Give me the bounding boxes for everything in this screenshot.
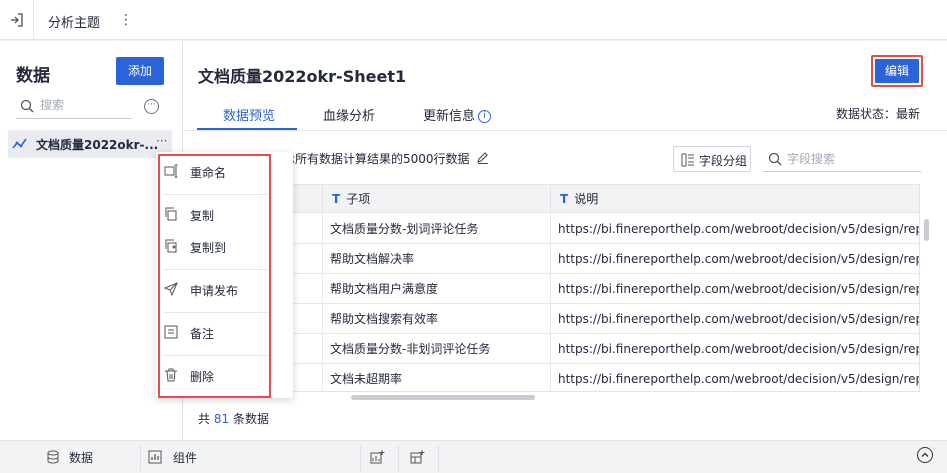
- line-chart-icon: [12, 138, 27, 149]
- field-search: [763, 146, 921, 172]
- exit-button[interactable]: [0, 0, 34, 40]
- table-cell: 帮助文档解决率: [323, 244, 551, 274]
- table-cell: 文档质量分数-非划词评论任务: [323, 334, 551, 364]
- table-cell: https://bi.finereporthelp.com/webroot/de…: [558, 282, 920, 296]
- add-button[interactable]: 添加: [116, 57, 164, 85]
- edit-pencil-icon[interactable]: [476, 152, 490, 165]
- table-cell: https://bi.finereporthelp.com/webroot/de…: [558, 222, 920, 236]
- field-group-label: 字段分组: [699, 154, 748, 168]
- bottom-bar: 数据 组件: [0, 440, 947, 473]
- tab-update-info[interactable]: 更新信息 i: [423, 105, 492, 124]
- divider: [398, 445, 399, 471]
- field-search-input[interactable]: [787, 149, 907, 169]
- horizontal-scrollbar[interactable]: [351, 395, 535, 400]
- sidebar-search: [16, 93, 132, 119]
- table-row[interactable]: 帮助文档用户满意度 https://bi.finereporthelp.com/…: [199, 274, 920, 304]
- row-count-number: 81: [213, 412, 230, 426]
- row-count-prefix: 共: [198, 412, 211, 426]
- dataset-title: 文档质量2022okr-Sheet1: [198, 67, 407, 86]
- tab-lineage[interactable]: 血缘分析: [323, 105, 375, 124]
- page-title: 分析主题: [48, 16, 101, 31]
- field-group-icon: [681, 153, 694, 167]
- table-cell: https://bi.finereporthelp.com/webroot/de…: [558, 372, 920, 386]
- sidebar-title: 数据: [16, 66, 50, 86]
- table-cell: 文档质量分数-划词评论任务: [323, 214, 551, 244]
- divider: [140, 445, 141, 471]
- collapse-button[interactable]: [917, 447, 933, 463]
- table-row[interactable]: 帮助文档搜索有效率 https://bi.finereporthelp.com/…: [199, 304, 920, 334]
- column-header-subitem[interactable]: T 子项: [323, 185, 551, 213]
- table-cell: https://bi.finereporthelp.com/webroot/de…: [558, 342, 920, 356]
- table-header: T 子项 T 说明: [199, 185, 919, 213]
- row-count-suffix: 条数据: [232, 412, 269, 426]
- table-row[interactable]: 文档质量分数-非划词评论任务 https://bi.finereporthelp…: [199, 334, 920, 364]
- component-chart-icon: [148, 450, 162, 464]
- exit-icon: [10, 13, 23, 27]
- table-cell: 帮助文档用户满意度: [323, 274, 551, 304]
- more-options-icon[interactable]: ···: [144, 99, 159, 114]
- search-input[interactable]: [40, 95, 128, 115]
- text-type-icon: T: [332, 192, 341, 206]
- field-group-button[interactable]: 字段分组: [673, 146, 751, 172]
- tab-update-info-label: 更新信息: [423, 109, 476, 124]
- table-cell: 帮助文档搜索有效率: [323, 304, 551, 334]
- tabs-divider: [183, 130, 947, 131]
- add-dashboard-icon[interactable]: [410, 450, 425, 465]
- add-component-icon[interactable]: [370, 450, 385, 465]
- column-header-description[interactable]: T 说明: [551, 185, 919, 213]
- table-row[interactable]: 文档质量分数-划词评论任务 https://bi.finereporthelp.…: [199, 214, 920, 244]
- info-icon[interactable]: i: [478, 110, 492, 123]
- search-icon: [768, 152, 782, 166]
- divider: [438, 445, 439, 471]
- column-header-label: 子项: [346, 192, 371, 206]
- search-icon: [20, 99, 34, 113]
- database-icon: [47, 450, 59, 464]
- preview-hint: 示所有数据计算结果的5000行数据: [283, 150, 490, 167]
- tab-data-preview[interactable]: 数据预览: [223, 105, 275, 124]
- table-cell: 文档未超期率: [323, 364, 551, 391]
- top-bar: 分析主题 ⋮: [0, 0, 947, 40]
- main-panel: 文档质量2022okr-Sheet1 编辑 数据预览 血缘分析 更新信息 i 数据…: [183, 41, 947, 440]
- item-more-icon[interactable]: ···: [156, 134, 167, 148]
- bottom-tab-component[interactable]: 组件: [173, 449, 197, 466]
- more-menu-icon[interactable]: ⋮: [118, 8, 134, 32]
- table-cell: https://bi.finereporthelp.com/webroot/de…: [558, 312, 920, 326]
- row-count: 共 81 条数据: [198, 410, 269, 427]
- chevron-up-icon: [921, 452, 929, 457]
- table-row[interactable]: 帮助文档解决率 https://bi.finereporthelp.com/we…: [199, 244, 920, 274]
- sidebar-item-label: 文档质量2022okr-...: [36, 138, 159, 152]
- preview-hint-text: 示所有数据计算结果的5000行数据: [283, 152, 470, 166]
- divider: [360, 445, 361, 471]
- text-type-icon: T: [560, 192, 569, 206]
- sidebar-item-dataset[interactable]: 文档质量2022okr-... ···: [8, 130, 172, 158]
- vertical-scrollbar[interactable]: [924, 219, 929, 241]
- edit-button[interactable]: 编辑: [875, 59, 919, 83]
- table-cell: https://bi.finereporthelp.com/webroot/de…: [558, 252, 920, 266]
- table-row[interactable]: 文档未超期率 https://bi.finereporthelp.com/web…: [199, 364, 920, 391]
- menu-highlight: [158, 154, 271, 398]
- edit-highlight: 编辑: [871, 55, 923, 87]
- bottom-tab-data[interactable]: 数据: [69, 449, 93, 466]
- data-table: T 子项 T 说明 文档质量分数-划词评论任务 https://bi.finerep…: [198, 184, 920, 392]
- data-status: 数据状态：最新: [836, 107, 921, 121]
- column-header-label: 说明: [574, 192, 599, 206]
